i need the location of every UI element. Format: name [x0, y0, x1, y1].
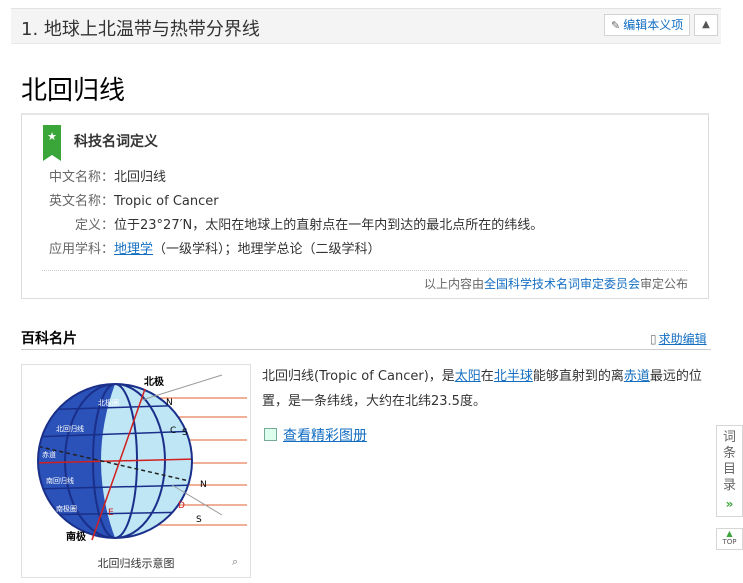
diagram-label: 北极圈: [98, 398, 119, 407]
help-edit-link[interactable]: ▯ 求助编辑: [650, 330, 707, 347]
diagram-label: 南回归线: [46, 476, 74, 485]
definition-value: 北回归线: [114, 170, 167, 185]
diagram-label: E: [108, 508, 114, 518]
definition-value: 位于23°27′N，太阳在地球上的直射点在一年内到达的最北点所在的纬线。: [114, 218, 544, 233]
edit-sense-label: 编辑本义项: [623, 18, 684, 32]
source-suffix: 审定公布: [639, 277, 688, 291]
globe-diagram: 北极 南极 N S C N S D E 北极圈 北回归线 赤道 南回归线 南极圈: [37, 374, 247, 543]
source-link[interactable]: 全国科学技术名词审定委员会: [484, 277, 640, 291]
definition-box: ★ 科技名词定义 中文名称：北回归线 英文名称：Tropic of Cancer…: [21, 113, 709, 299]
northern-hemisphere-link[interactable]: 北半球: [494, 369, 533, 384]
definition-label: 中文名称：: [48, 170, 114, 185]
back-to-top-button[interactable]: ▲ TOP: [716, 528, 743, 550]
collapse-button[interactable]: ▲: [694, 14, 718, 36]
lemma-title: 北回归线: [21, 76, 126, 106]
album-link[interactable]: 查看精彩图册: [264, 425, 367, 445]
definition-row: 中文名称：北回归线: [42, 166, 166, 185]
toc-char: 词: [722, 430, 736, 445]
chevron-up-icon: ▲: [702, 19, 710, 30]
diagram-label: D: [178, 501, 185, 511]
image-caption: 北回归线示意图: [97, 557, 175, 570]
divider: [42, 270, 687, 271]
summary-text: 在: [480, 369, 494, 384]
zoom-icon[interactable]: ⌕: [232, 555, 238, 569]
bookmark-ribbon-icon: ★: [43, 125, 61, 161]
north-pole-label: 北极: [144, 375, 165, 388]
diagram-label: 赤道: [42, 450, 56, 459]
definition-label: 英文名称：: [48, 194, 114, 209]
divider: [21, 349, 711, 350]
toc-char: 录: [722, 478, 736, 493]
discipline-link[interactable]: 地理学: [114, 242, 153, 257]
equator-link[interactable]: 赤道: [624, 369, 650, 384]
card-heading: 百科名片: [21, 331, 77, 347]
toc-tab[interactable]: 词 条 目 录 »: [716, 425, 743, 517]
diagram-label: S: [182, 428, 188, 438]
top-label: TOP: [722, 538, 737, 546]
section-title: 1. 地球上北温带与热带分界线: [21, 19, 260, 40]
toc-char: 条: [722, 446, 736, 461]
edit-sense-button[interactable]: ✎ 编辑本义项: [604, 14, 691, 36]
diagram-label: N: [166, 398, 173, 408]
definition-label: 定义：: [74, 218, 114, 233]
discipline-rest: 地理学总论（二级学科）: [237, 242, 381, 257]
summary-text: 能够直射到的离: [532, 369, 624, 384]
definition-row: 英文名称：Tropic of Cancer: [42, 190, 219, 209]
diagram-label: S: [196, 515, 202, 525]
pencil-icon: ✎: [611, 19, 621, 32]
definition-row: 应用学科：地理学（一级学科）；地理学总论（二级学科）: [42, 238, 381, 257]
definition-row: 定义：位于23°27′N，太阳在地球上的直射点在一年内到达的最北点所在的纬线。: [42, 214, 543, 233]
source-prefix: 以上内容由: [423, 277, 484, 291]
album-icon: [264, 428, 277, 441]
diagram-label: 南极圈: [56, 504, 77, 513]
double-chevron-right-icon: »: [725, 497, 734, 511]
definition-value: Tropic of Cancer: [114, 194, 219, 209]
sun-link[interactable]: 太阳: [455, 369, 481, 384]
diagram-label: C: [170, 426, 176, 436]
discipline-level: （一级学科）；: [153, 242, 238, 257]
south-pole-label: 南极: [66, 530, 87, 543]
card-image[interactable]: 北极 南极 N S C N S D E 北极圈 北回归线 赤道 南回归线 南极圈…: [21, 364, 251, 578]
section-header: 1. 地球上北温带与热带分界线 ✎ 编辑本义项 ▲: [11, 8, 721, 44]
summary-text: 北回归线(Tropic of Cancer)，是: [262, 369, 455, 384]
toc-char: 目: [722, 462, 736, 477]
definition-label: 应用学科：: [48, 242, 114, 257]
arrow-up-icon: ▲: [726, 529, 733, 538]
album-link-label[interactable]: 查看精彩图册: [283, 428, 367, 444]
definition-source: 以上内容由全国科学技术名词审定委员会审定公布: [424, 275, 688, 292]
card-summary: 北回归线(Tropic of Cancer)，是太阳在北半球能够直射到的离赤道最…: [262, 364, 712, 414]
diagram-label: 北回归线: [56, 424, 84, 433]
definition-heading: 科技名词定义: [74, 134, 158, 150]
lock-icon: ▯: [650, 332, 657, 346]
diagram-label: N: [200, 480, 207, 490]
help-edit-label[interactable]: 求助编辑: [659, 332, 707, 346]
